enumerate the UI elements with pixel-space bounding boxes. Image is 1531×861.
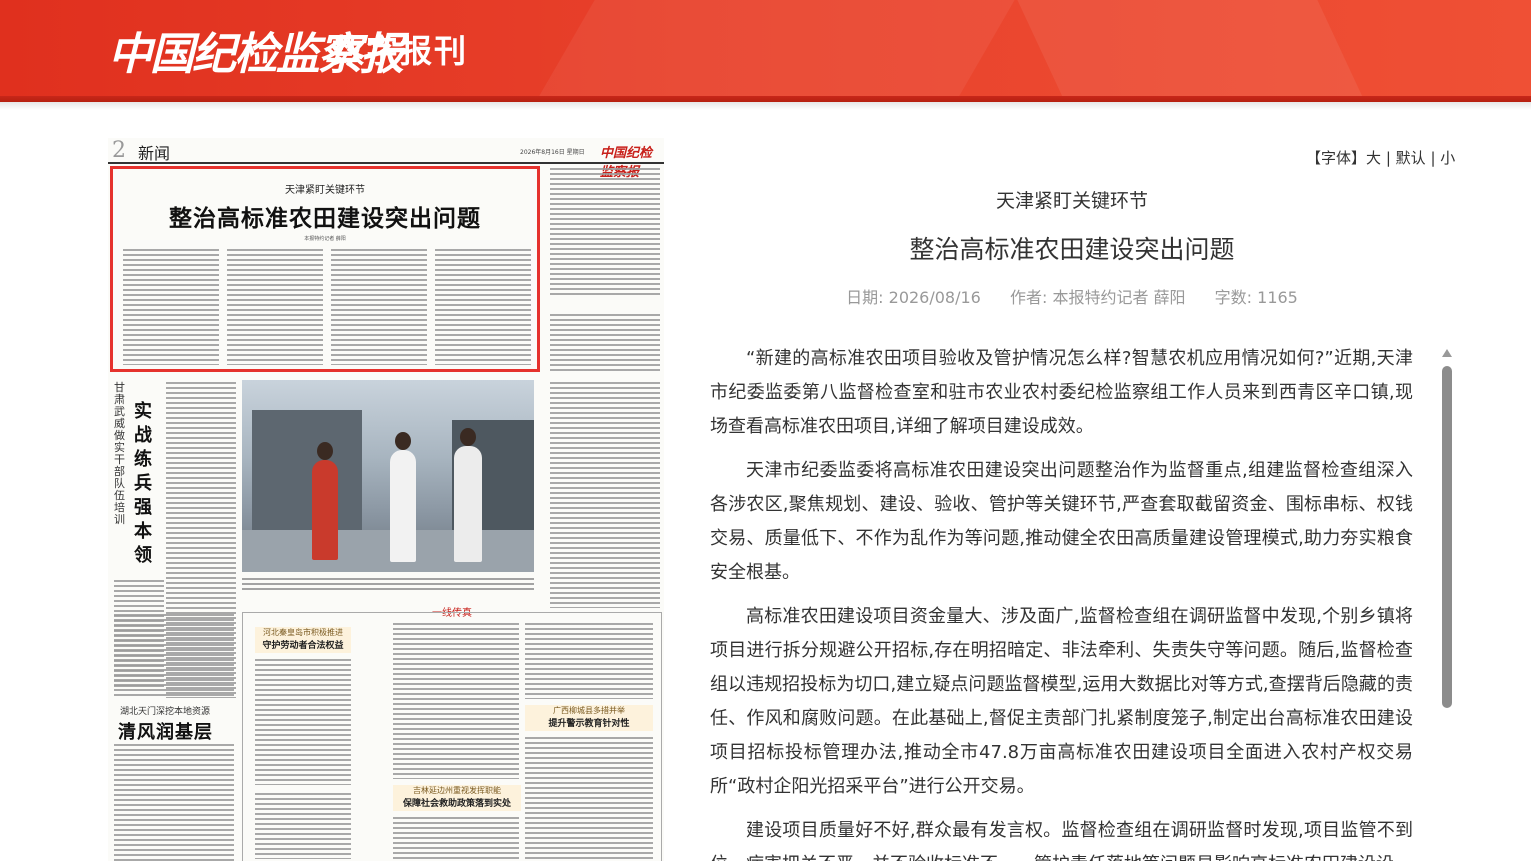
brief-title: 守护劳动者合法权益 (262, 641, 344, 651)
brief-title: 提升警示教育针对性 (548, 719, 630, 729)
separator: | (1430, 149, 1436, 167)
news-brief: 广西柳城县多措并举 提升警示教育针对性 (525, 705, 653, 731)
brief-kicker: 广西柳城县多措并举 (553, 706, 625, 715)
word-count: 1165 (1257, 288, 1298, 307)
brief-kicker: 河北秦皇岛市积极推进 (263, 628, 343, 637)
header-decoration (1008, 0, 1392, 102)
photo-person (395, 432, 411, 450)
photo-caption (242, 578, 534, 590)
article-paragraph: 建设项目质量好不好,群众最有发言权。监督检查组在调研监督时发现,项目监管不到位、… (710, 820, 1413, 861)
text-column (255, 659, 351, 785)
text-column (393, 817, 519, 859)
lower-article-title: 清风润基层 (118, 722, 213, 743)
featured-title: 整治高标准农田建设突出问题 (169, 205, 481, 232)
featured-byline: 本报特约记者 薛阳 (304, 236, 346, 242)
featured-subtitle: 天津紧盯关键环节 (285, 185, 365, 196)
text-column (525, 623, 653, 699)
header-decoration (502, 0, 1038, 102)
text-column (550, 382, 660, 608)
article-date: 2026/08/16 (888, 288, 981, 307)
news-box: 河北秦皇岛市积极推进 守护劳动者合法权益 广西柳城县多措并举 提升警示教育针对性… (242, 612, 662, 861)
scrollbar-thumb[interactable] (1442, 366, 1452, 708)
text-column (435, 249, 531, 365)
font-small-button[interactable]: 小 (1440, 149, 1455, 167)
author-label: 作者: (1009, 288, 1048, 307)
photo-person (317, 442, 333, 460)
text-column (114, 744, 234, 861)
paper-header: 2 新闻 2026年8月16日 星期日 中国纪检监察报 (108, 138, 664, 180)
photo-element (242, 530, 534, 572)
text-column (255, 793, 351, 859)
font-size-control: 【字体】大 | 默认 | 小 (1306, 147, 1455, 168)
article-title: 整治高标准农田建设突出问题 (909, 235, 1235, 264)
vertical-article-subtitle: 甘肃武威做实干部队伍培训 (114, 381, 125, 526)
lower-article-subtitle: 湖北天门深挖本地资源 (120, 707, 211, 717)
text-column (114, 614, 234, 696)
font-size-label: 【字体】 (1306, 149, 1367, 167)
font-large-button[interactable]: 大 (1366, 149, 1381, 167)
vertical-article-title: 实战练兵强本领 (134, 401, 152, 566)
date-label: 日期: (846, 288, 884, 307)
newspaper-page[interactable]: 2 新闻 2026年8月16日 星期日 中国纪检监察报 天津紧盯关键环节 整治高… (108, 138, 664, 861)
news-brief: 吉林延边州重视发挥职能 保障社会救助政策落到实处 (393, 785, 521, 811)
header-divider (0, 102, 1531, 110)
page-section: 新闻 (138, 144, 171, 163)
scroll-up-arrow-icon[interactable] (1442, 349, 1452, 357)
word-count-label: 字数: (1214, 288, 1253, 307)
photo-person (390, 450, 416, 562)
brief-kicker: 吉林延边州重视发挥职能 (413, 786, 501, 795)
photo-person (312, 460, 338, 560)
news-photo (242, 380, 534, 572)
font-default-button[interactable]: 默认 (1396, 149, 1426, 167)
article-meta: 日期: 2026/08/16 作者: 本报特约记者 薛阳 字数: 1165 (710, 284, 1434, 308)
text-column (550, 168, 660, 298)
text-column (331, 249, 427, 365)
featured-article-hotspot[interactable]: 天津紧盯关键环节 整治高标准农田建设突出问题 本报特约记者 薛阳 (110, 166, 540, 372)
article-body[interactable]: “新建的高标准农田项目验收及管护情况怎么样?智慧农机应用情况如何?”近期,天津市… (710, 342, 1413, 861)
news-brief: 河北秦皇岛市积极推进 守护劳动者合法权益 (255, 627, 351, 653)
site-subtitle: 数字报刊 (332, 32, 469, 70)
article-paragraph: “新建的高标准农田项目验收及管护情况怎么样?智慧农机应用情况如何?”近期,天津市… (710, 348, 1413, 437)
article-subtitle: 天津紧盯关键环节 (995, 190, 1148, 212)
article-paragraph: 高标准农田建设项目资金量大、涉及面广,监督检查组在调研监督中发现,个别乡镇将项目… (710, 606, 1413, 797)
text-column (525, 737, 653, 859)
text-column (393, 623, 519, 779)
article-paragraph: 天津市纪委监委将高标准农田建设突出问题整治作为监督重点,组建监督检查组深入各涉农… (710, 460, 1413, 583)
page-number: 2 (112, 138, 126, 163)
text-column (123, 249, 219, 365)
text-column (227, 249, 323, 365)
text-column (550, 314, 660, 374)
site-header: 中国纪检监察报 数字报刊 (0, 0, 1531, 102)
article-author: 本报特约记者 薛阳 (1052, 288, 1186, 307)
page-date: 2026年8月16日 星期日 (520, 149, 585, 156)
photo-person (460, 428, 476, 446)
brief-title: 保障社会救助政策落到实处 (402, 799, 511, 809)
separator: | (1385, 149, 1391, 167)
photo-person (454, 446, 482, 562)
